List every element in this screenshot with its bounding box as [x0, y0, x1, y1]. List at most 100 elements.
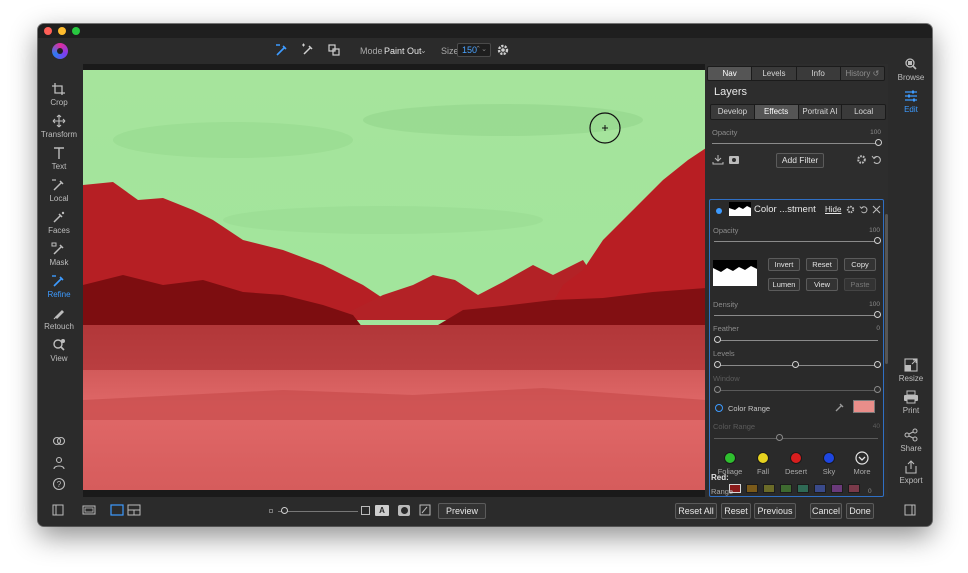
zoom-slider[interactable] — [281, 507, 288, 514]
levels-black-slider[interactable] — [714, 361, 721, 368]
tool-retouch[interactable]: Retouch — [38, 306, 80, 331]
color-sky-button[interactable] — [823, 452, 835, 464]
window-right-slider[interactable] — [874, 386, 881, 393]
tool-view[interactable]: View — [38, 338, 80, 363]
canvas-area[interactable] — [83, 64, 706, 497]
module-resize[interactable]: Resize — [890, 358, 932, 383]
filter-hide-link[interactable]: Hide — [825, 205, 841, 214]
lumen-button[interactable]: Lumen — [768, 278, 800, 291]
tab-info[interactable]: Info — [796, 67, 841, 80]
camera-snapshot-icon[interactable] — [728, 154, 740, 165]
paint-brush-tool-icon[interactable] — [274, 42, 290, 58]
swatch-orange[interactable] — [746, 484, 758, 493]
density-slider[interactable] — [874, 311, 881, 318]
filter-enabled-dot[interactable] — [716, 208, 722, 214]
auto-mask-icon[interactable]: A — [375, 505, 389, 516]
tool-transform[interactable]: Transform — [38, 114, 80, 139]
size-input[interactable]: 150 ⌃⌄ — [457, 43, 491, 57]
preview-button[interactable]: Preview — [438, 503, 486, 519]
filter-reset-icon[interactable] — [859, 205, 868, 214]
reset-button[interactable]: Reset — [721, 503, 751, 519]
module-edit[interactable]: Edit — [890, 89, 932, 114]
filter-opacity-slider[interactable] — [874, 237, 881, 244]
zoom-window-button[interactable] — [72, 27, 80, 35]
masked-photo[interactable] — [83, 70, 706, 490]
layer-opacity-slider[interactable] — [875, 139, 882, 146]
save-preset-icon[interactable] — [712, 154, 724, 165]
minimize-window-button[interactable] — [58, 27, 66, 35]
layer-opacity-track[interactable] — [712, 143, 878, 144]
reset-mask-button[interactable]: Reset — [806, 258, 838, 271]
tool-text[interactable]: Text — [38, 146, 80, 171]
filter-close-icon[interactable] — [872, 205, 881, 214]
compare-view-icon[interactable] — [127, 504, 141, 516]
zoom-track[interactable] — [278, 511, 358, 512]
view-mask-button[interactable]: View — [806, 278, 838, 291]
tab-local[interactable]: Local — [842, 105, 885, 119]
filmstrip-icon[interactable] — [82, 504, 96, 516]
zoom-in-icon[interactable] — [361, 506, 370, 515]
picked-color-swatch[interactable] — [853, 400, 875, 413]
color-range-toggle[interactable] — [715, 404, 723, 412]
blend-brush-tool-icon[interactable] — [326, 42, 342, 58]
swatch-aqua[interactable] — [797, 484, 809, 493]
single-view-icon[interactable] — [110, 504, 124, 516]
levels-white-slider[interactable] — [874, 361, 881, 368]
swatch-magenta[interactable] — [848, 484, 860, 493]
invert-mask-button[interactable]: Invert — [768, 258, 800, 271]
color-range-track[interactable] — [714, 438, 878, 439]
chevron-updown-icon[interactable]: ⌃⌄ — [475, 45, 487, 53]
swatch-yellow[interactable] — [763, 484, 775, 493]
window-track[interactable] — [714, 390, 878, 391]
feather-slider[interactable] — [714, 336, 721, 343]
brush-preview-icon[interactable] — [419, 504, 431, 516]
chevron-down-icon[interactable]: ⌄ — [420, 46, 427, 55]
tool-refine[interactable]: Refine — [38, 274, 80, 299]
tab-effects[interactable]: Effects — [754, 105, 799, 119]
reset-all-button[interactable]: Reset All — [675, 503, 717, 519]
tab-history[interactable]: History ↺ — [840, 67, 884, 80]
tool-faces[interactable]: Faces — [38, 210, 80, 235]
mode-dropdown[interactable]: Paint Out — [384, 46, 422, 56]
color-range-slider[interactable] — [776, 434, 783, 441]
swatch-green[interactable] — [780, 484, 792, 493]
app-logo-icon[interactable] — [52, 43, 68, 59]
tab-levels[interactable]: Levels — [752, 67, 797, 80]
feather-track[interactable] — [714, 340, 878, 341]
add-filter-button[interactable]: Add Filter — [776, 153, 824, 168]
density-track[interactable] — [714, 315, 878, 316]
help-button[interactable]: ? — [38, 477, 80, 493]
module-print[interactable]: Print — [890, 390, 932, 415]
close-window-button[interactable] — [44, 27, 52, 35]
eyedropper-icon[interactable] — [834, 402, 845, 413]
paste-mask-button[interactable]: Paste — [844, 278, 876, 291]
mask-overlay-toggle[interactable] — [398, 505, 410, 516]
chisel-brush-tool-icon[interactable] — [300, 42, 316, 58]
toggle-right-panel-icon[interactable] — [904, 504, 916, 516]
more-colors-icon[interactable] — [855, 451, 869, 465]
gear-icon[interactable] — [856, 154, 867, 165]
tab-develop[interactable]: Develop — [711, 105, 755, 119]
panel-scrollbar[interactable] — [885, 214, 888, 364]
module-browse[interactable]: Browse — [890, 57, 932, 82]
undo-icon[interactable] — [871, 154, 882, 165]
layers-stack-button[interactable] — [38, 434, 80, 450]
toggle-left-panel-icon[interactable] — [52, 504, 64, 516]
previous-button[interactable]: Previous — [754, 503, 796, 519]
done-button[interactable]: Done — [846, 503, 874, 519]
account-button[interactable] — [38, 456, 80, 472]
mask-preview-thumbnail[interactable] — [713, 260, 757, 286]
swatch-blue[interactable] — [814, 484, 826, 493]
tab-portrait-ai[interactable]: Portrait AI — [798, 105, 843, 119]
swatch-purple[interactable] — [831, 484, 843, 493]
gear-icon[interactable] — [495, 42, 511, 58]
tool-local[interactable]: Local — [38, 178, 80, 203]
copy-mask-button[interactable]: Copy — [844, 258, 876, 271]
levels-mid-slider[interactable] — [792, 361, 799, 368]
cancel-button[interactable]: Cancel — [810, 503, 842, 519]
module-export[interactable]: Export — [890, 460, 932, 485]
zoom-out-icon[interactable] — [269, 509, 273, 513]
window-left-slider[interactable] — [714, 386, 721, 393]
color-foliage-button[interactable] — [724, 452, 736, 464]
module-share[interactable]: Share — [890, 428, 932, 453]
